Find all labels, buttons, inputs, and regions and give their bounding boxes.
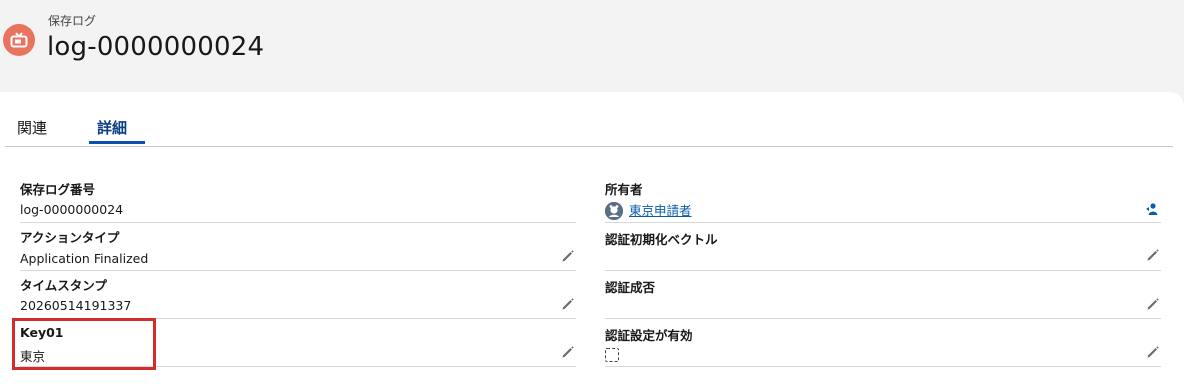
tv-icon — [3, 24, 35, 56]
owner-link[interactable]: 東京申請者 — [629, 203, 692, 218]
field-label: 所有者 — [605, 182, 643, 197]
field-label: Key01 — [20, 325, 64, 340]
field-auth-setting-enabled: 認証設定が有効 — [605, 320, 1161, 367]
field-value: Application Finalized — [20, 251, 149, 266]
active-tab-indicator — [89, 141, 145, 144]
page-header: 保存ログ log-0000000024 — [0, 0, 1184, 92]
pencil-icon[interactable] — [1145, 296, 1161, 312]
change-owner-icon[interactable] — [1144, 201, 1160, 217]
field-owner: 所有者 東京申請者 — [605, 176, 1161, 223]
field-label: アクションタイプ — [20, 230, 120, 245]
field-auth-init-vector: 認証初期化ベクトル — [605, 224, 1161, 271]
pencil-icon[interactable] — [560, 344, 576, 360]
tab-related[interactable]: 関連 — [17, 117, 47, 138]
page-title: log-0000000024 — [47, 32, 265, 62]
tab-details[interactable]: 詳細 — [97, 117, 127, 138]
field-label: タイムスタンプ — [20, 278, 107, 293]
checkbox-wrapper — [605, 346, 619, 365]
object-type-label: 保存ログ — [48, 14, 97, 28]
field-label: 保存ログ番号 — [20, 182, 96, 197]
field-value: 20260514191337 — [20, 298, 132, 313]
field-label: 認証初期化ベクトル — [605, 232, 718, 247]
field-action-type: アクションタイプ Application Finalized — [20, 224, 576, 271]
auth-enabled-checkbox[interactable] — [605, 348, 619, 362]
field-timestamp: タイムスタンプ 20260514191337 — [20, 272, 576, 319]
tab-bar: 関連 詳細 — [5, 92, 1173, 147]
pencil-icon[interactable] — [1145, 247, 1161, 263]
field-save-log-number: 保存ログ番号 log-0000000024 — [20, 176, 576, 223]
field-value: 東京 — [20, 349, 46, 364]
field-auth-result: 認証成否 — [605, 272, 1161, 319]
field-label: 認証成否 — [605, 280, 656, 295]
pencil-icon[interactable] — [560, 296, 576, 312]
owner-value: 東京申請者 — [605, 200, 692, 221]
field-value: log-0000000024 — [20, 202, 124, 217]
field-key01: Key01 東京 — [20, 320, 576, 367]
field-label: 認証設定が有効 — [605, 328, 693, 343]
avatar — [605, 201, 623, 220]
pencil-icon[interactable] — [560, 248, 576, 264]
pencil-icon[interactable] — [1145, 344, 1161, 360]
